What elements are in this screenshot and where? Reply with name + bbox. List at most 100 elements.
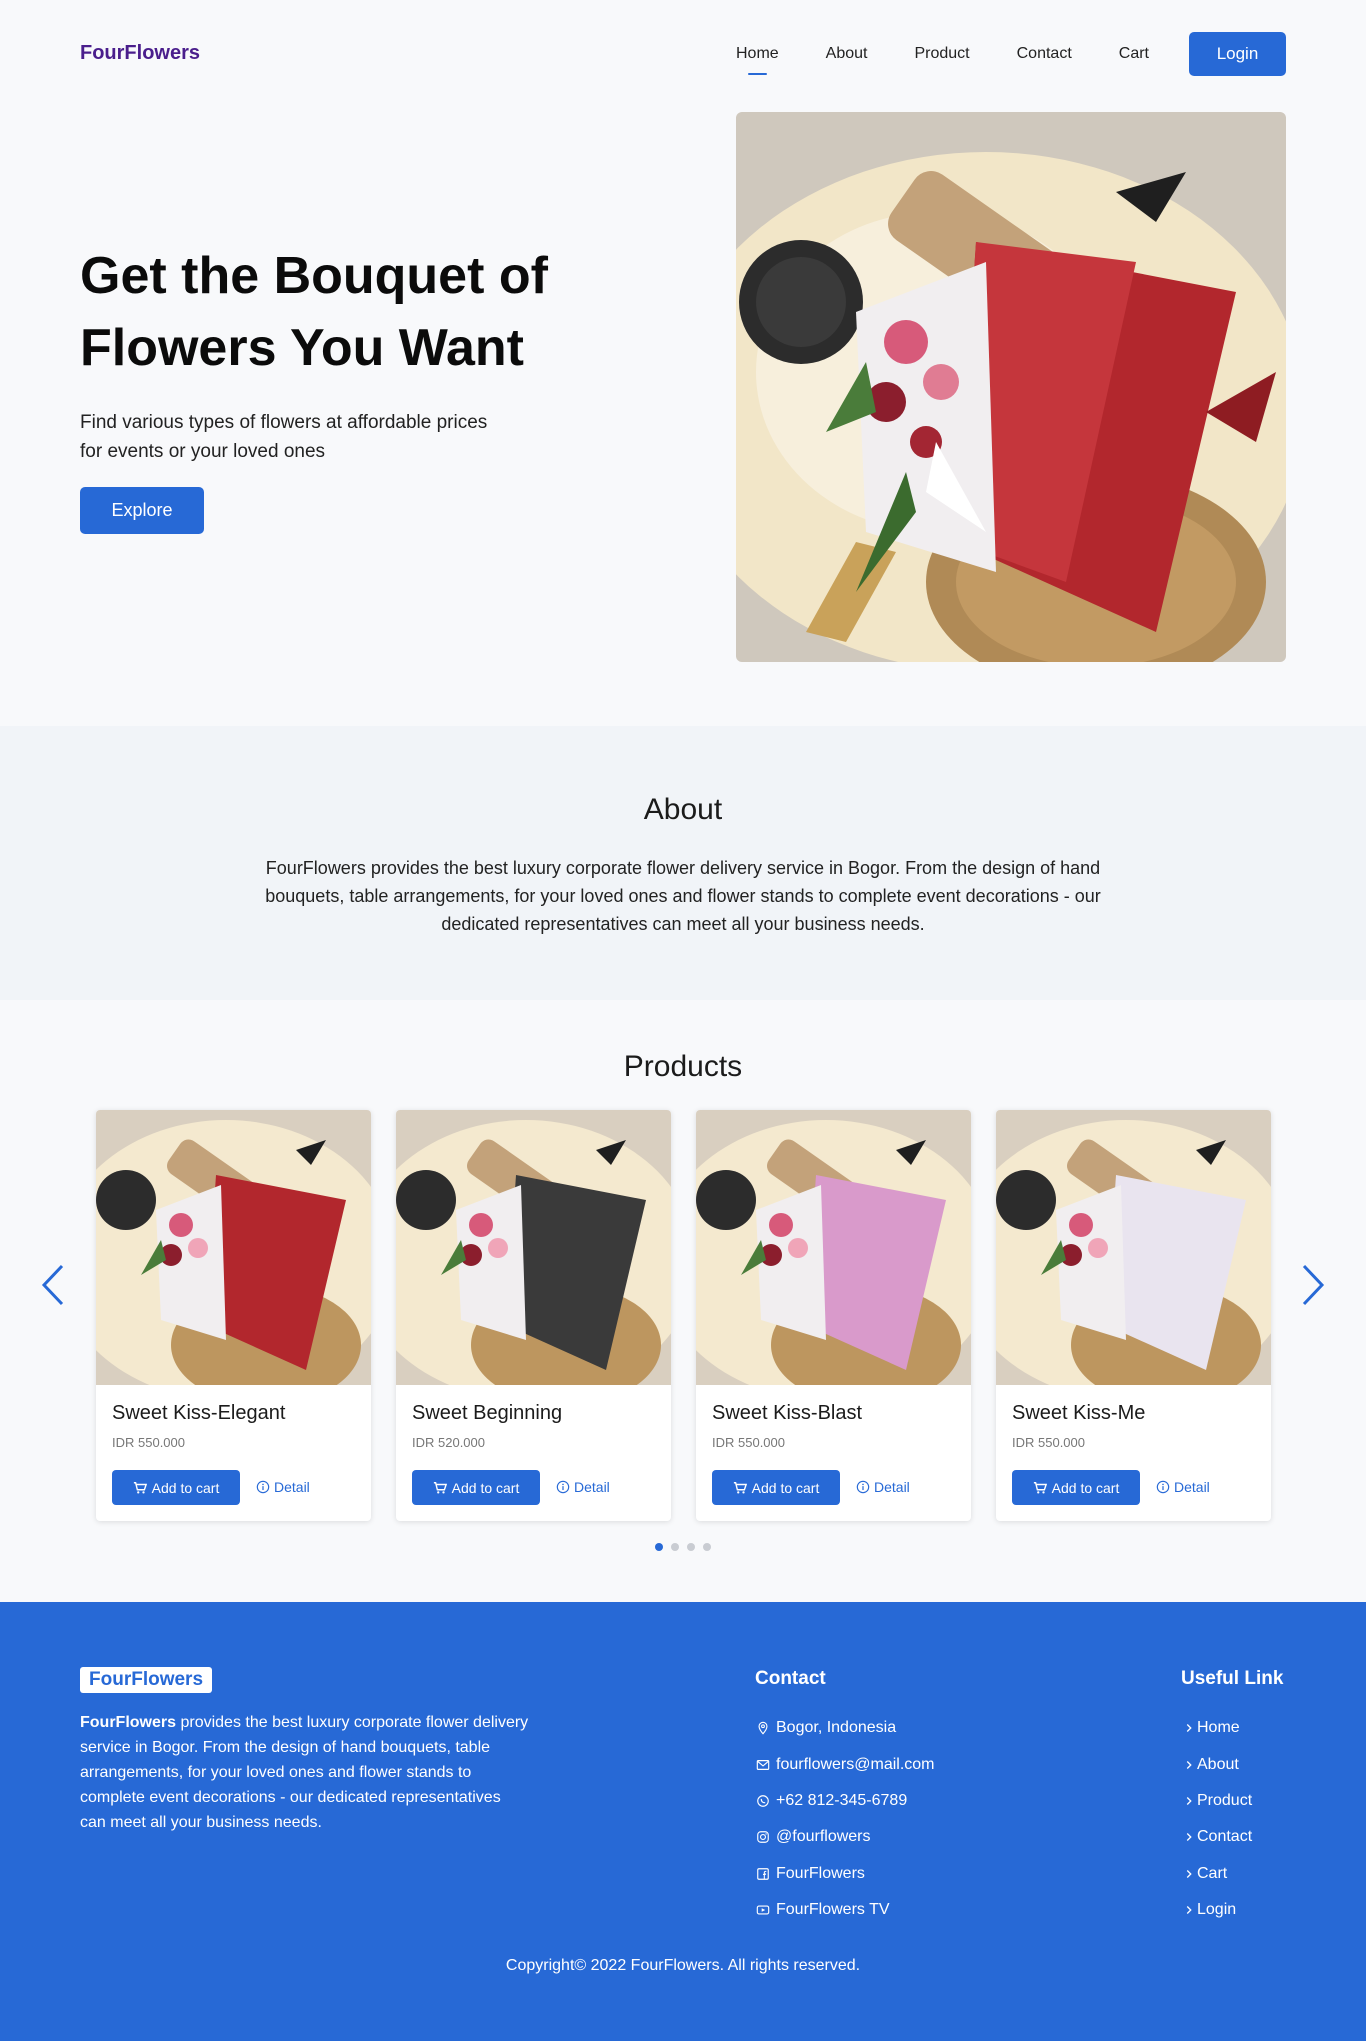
detail-link[interactable]: Detail [556, 1479, 610, 1495]
product-name: Sweet Kiss-Elegant [112, 1402, 286, 1424]
detail-label: Detail [1174, 1479, 1210, 1495]
contact-item[interactable]: +62 812-345-6789 [756, 1783, 935, 1819]
product-name: Sweet Beginning [412, 1402, 563, 1424]
footer-brand: FourFlowers [80, 1667, 213, 1693]
detail-link[interactable]: Detail [856, 1479, 910, 1495]
youtube-icon [756, 1905, 770, 1915]
product-card[interactable]: Sweet Kiss-Elegant IDR 550.000 Add to cart… [96, 1110, 371, 1521]
chevron-right-icon [1186, 1906, 1192, 1915]
login-button[interactable]: Login [1189, 32, 1286, 76]
footer-link-cart[interactable]: Cart [1184, 1856, 1252, 1892]
product-card[interactable]: Sweet Kiss-Blast IDR 550.000 Add to cart De… [696, 1110, 971, 1521]
add-to-cart-label: Add to cart [1051, 1479, 1120, 1496]
chevron-right-icon [1186, 1760, 1192, 1769]
contact-item[interactable]: Bogor, Indonesia [756, 1710, 935, 1746]
nav-item-cart[interactable]: Cart [1119, 45, 1149, 63]
instagram-icon [757, 1831, 769, 1844]
product-image[interactable] [696, 1110, 971, 1405]
footer-link-home[interactable]: Home [1184, 1710, 1252, 1746]
carousel-dot[interactable] [655, 1543, 663, 1551]
chevron-right-icon [1186, 1724, 1192, 1733]
contact-item[interactable]: @fourflowers [756, 1819, 935, 1855]
footer-brand-strong: FourFlowers [80, 1714, 177, 1731]
nav-item-about[interactable]: About [826, 45, 868, 63]
products-title: Products [623, 1050, 743, 1083]
product-image[interactable] [396, 1110, 671, 1405]
footer-link-contact[interactable]: Contact [1184, 1819, 1252, 1855]
nav-item-contact[interactable]: Contact [1017, 45, 1072, 63]
hero-bouquet-image [736, 112, 1286, 662]
detail-label: Detail [274, 1479, 310, 1495]
navbar: FourFlowers Home About Product Contact C… [0, 0, 1366, 110]
contact-text: FourFlowers TV [776, 1901, 890, 1919]
add-to-cart-button[interactable]: Add to cart [112, 1470, 240, 1505]
chevron-right-icon [1186, 1797, 1192, 1805]
product-name: Sweet Kiss-Blast [712, 1402, 863, 1424]
footer-link-label: Login [1197, 1901, 1237, 1919]
detail-label: Detail [874, 1479, 910, 1495]
carousel-prev-icon[interactable] [38, 1262, 68, 1308]
footer-link-login[interactable]: Login [1184, 1892, 1252, 1928]
info-icon [856, 1480, 870, 1494]
footer-link-product[interactable]: Product [1184, 1783, 1252, 1819]
contact-text: fourflowers@mail.com [776, 1755, 935, 1773]
product-card[interactable]: Sweet Kiss-Me IDR 550.000 Add to cart Detai… [996, 1110, 1271, 1521]
brand-logo[interactable]: FourFlowers [80, 42, 200, 65]
carousel-dot[interactable] [671, 1543, 679, 1551]
contact-item[interactable]: FourFlowers TV [756, 1892, 935, 1928]
contact-item[interactable]: FourFlowers [756, 1856, 935, 1892]
product-card[interactable]: Sweet Beginning IDR 520.000 Add to cart Det… [396, 1110, 671, 1521]
product-price: IDR 550.000 [1012, 1435, 1085, 1450]
chevron-right-icon [1186, 1869, 1192, 1878]
add-to-cart-label: Add to cart [751, 1479, 820, 1496]
add-to-cart-button[interactable]: Add to cart [712, 1470, 840, 1505]
footer-link-label: About [1197, 1755, 1239, 1773]
product-name: Sweet Kiss-Me [1012, 1402, 1146, 1424]
about-title: About [643, 793, 723, 826]
mail-icon [756, 1759, 770, 1770]
contact-text: +62 812-345-6789 [776, 1791, 908, 1809]
product-image[interactable] [96, 1110, 371, 1405]
product-price: IDR 520.000 [412, 1435, 485, 1450]
carousel-next-icon[interactable] [1298, 1262, 1328, 1308]
about-text: FourFlowers provides the best luxury cor… [265, 858, 1101, 934]
footer-links-title: Useful Link [1181, 1668, 1284, 1689]
product-image[interactable] [996, 1110, 1271, 1405]
footer-link-label: Product [1197, 1791, 1253, 1809]
footer-link-about[interactable]: About [1184, 1746, 1252, 1782]
location-icon [758, 1721, 768, 1735]
carousel-indicators [0, 1543, 1366, 1551]
footer-link-label: Contact [1197, 1828, 1253, 1846]
footer-link-label: Home [1197, 1719, 1240, 1737]
carousel-dot[interactable] [687, 1543, 695, 1551]
detail-link[interactable]: Detail [256, 1479, 310, 1495]
cart-icon [1033, 1481, 1047, 1494]
product-price: IDR 550.000 [712, 1435, 785, 1450]
carousel-dot[interactable] [703, 1543, 711, 1551]
add-to-cart-label: Add to cart [451, 1479, 520, 1496]
hero-title: Get the Bouquet of Flowers You Want [80, 247, 548, 377]
footer-description: FourFlowers provides the best luxury cor… [80, 1710, 530, 1835]
explore-button[interactable]: Explore [80, 487, 204, 534]
nav-item-product[interactable]: Product [914, 45, 969, 63]
hero-subtitle: Find various types of flowers at afforda… [80, 412, 488, 462]
about-section: About FourFlowers provides the best luxu… [0, 726, 1366, 1000]
nav-item-home[interactable]: Home [736, 45, 779, 75]
contact-text: Bogor, Indonesia [776, 1719, 897, 1737]
contact-text: @fourflowers [776, 1828, 871, 1846]
nav-menu: Home About Product Contact Cart Login [689, 32, 1286, 76]
detail-link[interactable]: Detail [1156, 1479, 1210, 1495]
contact-text: FourFlowers [776, 1864, 865, 1882]
footer-contact-list: Bogor, Indonesia fourflowers@mail.com +62 … [756, 1710, 935, 1928]
info-icon [556, 1480, 570, 1494]
cart-icon [733, 1481, 747, 1494]
chevron-right-icon [1186, 1833, 1192, 1842]
add-to-cart-button[interactable]: Add to cart [1012, 1470, 1140, 1505]
add-to-cart-button[interactable]: Add to cart [412, 1470, 540, 1505]
footer-desc-text: provides the best luxury corporate flowe… [80, 1714, 529, 1831]
add-to-cart-label: Add to cart [151, 1479, 220, 1496]
cart-icon [433, 1481, 447, 1494]
product-price: IDR 550.000 [112, 1435, 185, 1450]
contact-item[interactable]: fourflowers@mail.com [756, 1746, 935, 1782]
info-icon [256, 1480, 270, 1494]
